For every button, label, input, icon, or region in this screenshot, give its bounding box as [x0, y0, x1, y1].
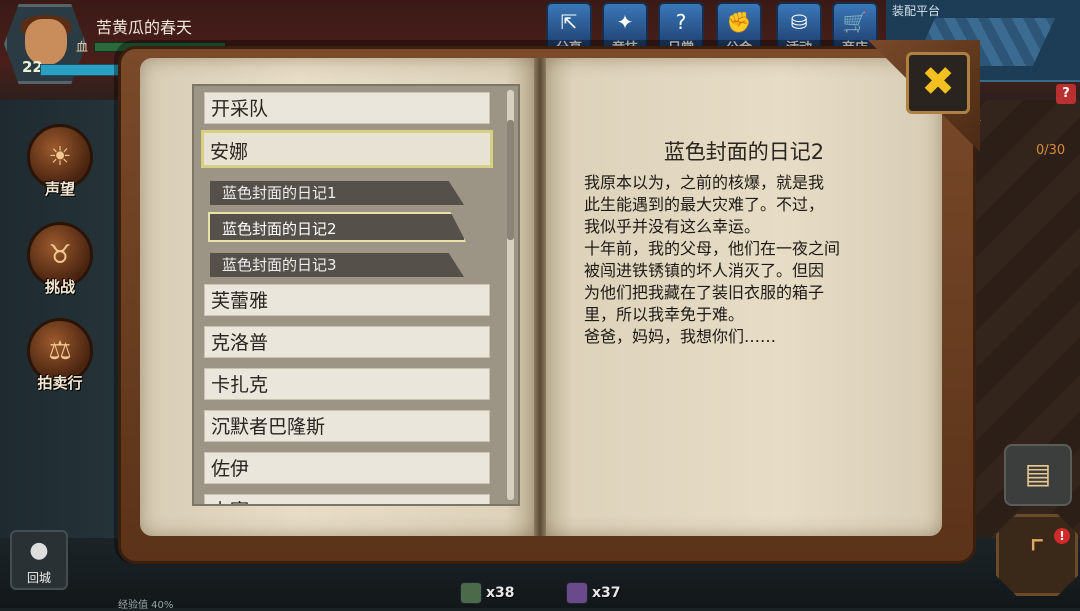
- item-count: x37: [592, 585, 621, 601]
- diary-entry-item[interactable]: 蓝色封面的日记3: [210, 253, 464, 277]
- home-button[interactable]: ● 回城: [10, 530, 68, 590]
- hp-label: 血: [76, 40, 89, 54]
- side-menu-label: 声望: [44, 180, 75, 198]
- gem-icon[interactable]: [566, 582, 588, 604]
- material-count: 0/30: [1036, 143, 1066, 158]
- side-menu-label: 挑战: [44, 278, 75, 296]
- diary-list-viewport[interactable]: 开采队 安娜 蓝色封面的日记1 蓝色封面的日记2 蓝色封面的日记3 芙蕾雅 克洛…: [194, 86, 504, 504]
- guild-icon: ✊: [726, 10, 752, 34]
- book-spine: [534, 58, 546, 536]
- home-icon: ●: [29, 538, 49, 563]
- list-scrollbar[interactable]: [507, 90, 514, 500]
- diary-list[interactable]: 开采队 安娜 蓝色封面的日记1 蓝色封面的日记2 蓝色封面的日记3 芙蕾雅 克洛…: [192, 84, 520, 506]
- exp-status-text: 经验值 40%: [118, 600, 174, 611]
- character-item[interactable]: 克洛普: [204, 326, 490, 358]
- help-icon[interactable]: ?: [1056, 84, 1076, 104]
- alert-badge: !: [1054, 528, 1070, 544]
- main-menu-button[interactable]: ⌜: [996, 514, 1078, 596]
- player-name: 苦黄瓜的春天: [96, 18, 193, 37]
- corner-arrow-icon: ⌜: [1029, 534, 1045, 574]
- diary-entry-item[interactable]: 蓝色封面的日记1: [210, 181, 464, 205]
- share-icon: ⇱: [560, 10, 578, 34]
- scrollbar-thumb[interactable]: [507, 120, 514, 240]
- character-item[interactable]: 开采队: [204, 92, 490, 124]
- shop-icon: 🛒: [842, 10, 868, 34]
- arena-icon: ✦: [616, 10, 634, 34]
- potion-icon[interactable]: [460, 582, 482, 604]
- event-icon: ⛁: [790, 10, 808, 34]
- close-icon: ✖: [921, 59, 955, 105]
- minimap-label: 装配平台: [892, 4, 941, 18]
- side-menu-reputation-button[interactable]: ☀ 声望: [24, 124, 96, 208]
- item-count: x38: [486, 585, 515, 601]
- diary-page-text: 我原本以为，之前的核爆，就是我 此生能遇到的最大灾难了。不过， 我似乎并没有这么…: [584, 173, 841, 346]
- character-item[interactable]: 卡扎克: [204, 368, 490, 400]
- character-item[interactable]: 沉默者巴隆斯: [204, 410, 490, 442]
- character-item[interactable]: 芙蕾雅: [204, 284, 490, 316]
- character-item[interactable]: 卡赛: [204, 494, 490, 504]
- diary-entry-item-selected[interactable]: 蓝色封面的日记2: [208, 212, 466, 242]
- chat-button[interactable]: ▤: [1004, 444, 1072, 506]
- side-menu-auction-button[interactable]: ⚖ 拍卖行: [24, 318, 96, 402]
- close-button[interactable]: ✖: [906, 52, 970, 114]
- chat-icon: ▤: [1024, 457, 1052, 490]
- daily-icon: ?: [675, 10, 687, 34]
- side-menu-challenge-button[interactable]: ♉ 挑战: [24, 222, 96, 306]
- home-button-label: 回城: [26, 571, 51, 585]
- side-menu-label: 拍卖行: [37, 374, 83, 392]
- diary-page-title: 蓝色封面的日记2: [663, 140, 825, 164]
- character-item[interactable]: 佐伊: [204, 452, 490, 484]
- character-item-selected[interactable]: 安娜: [201, 130, 493, 168]
